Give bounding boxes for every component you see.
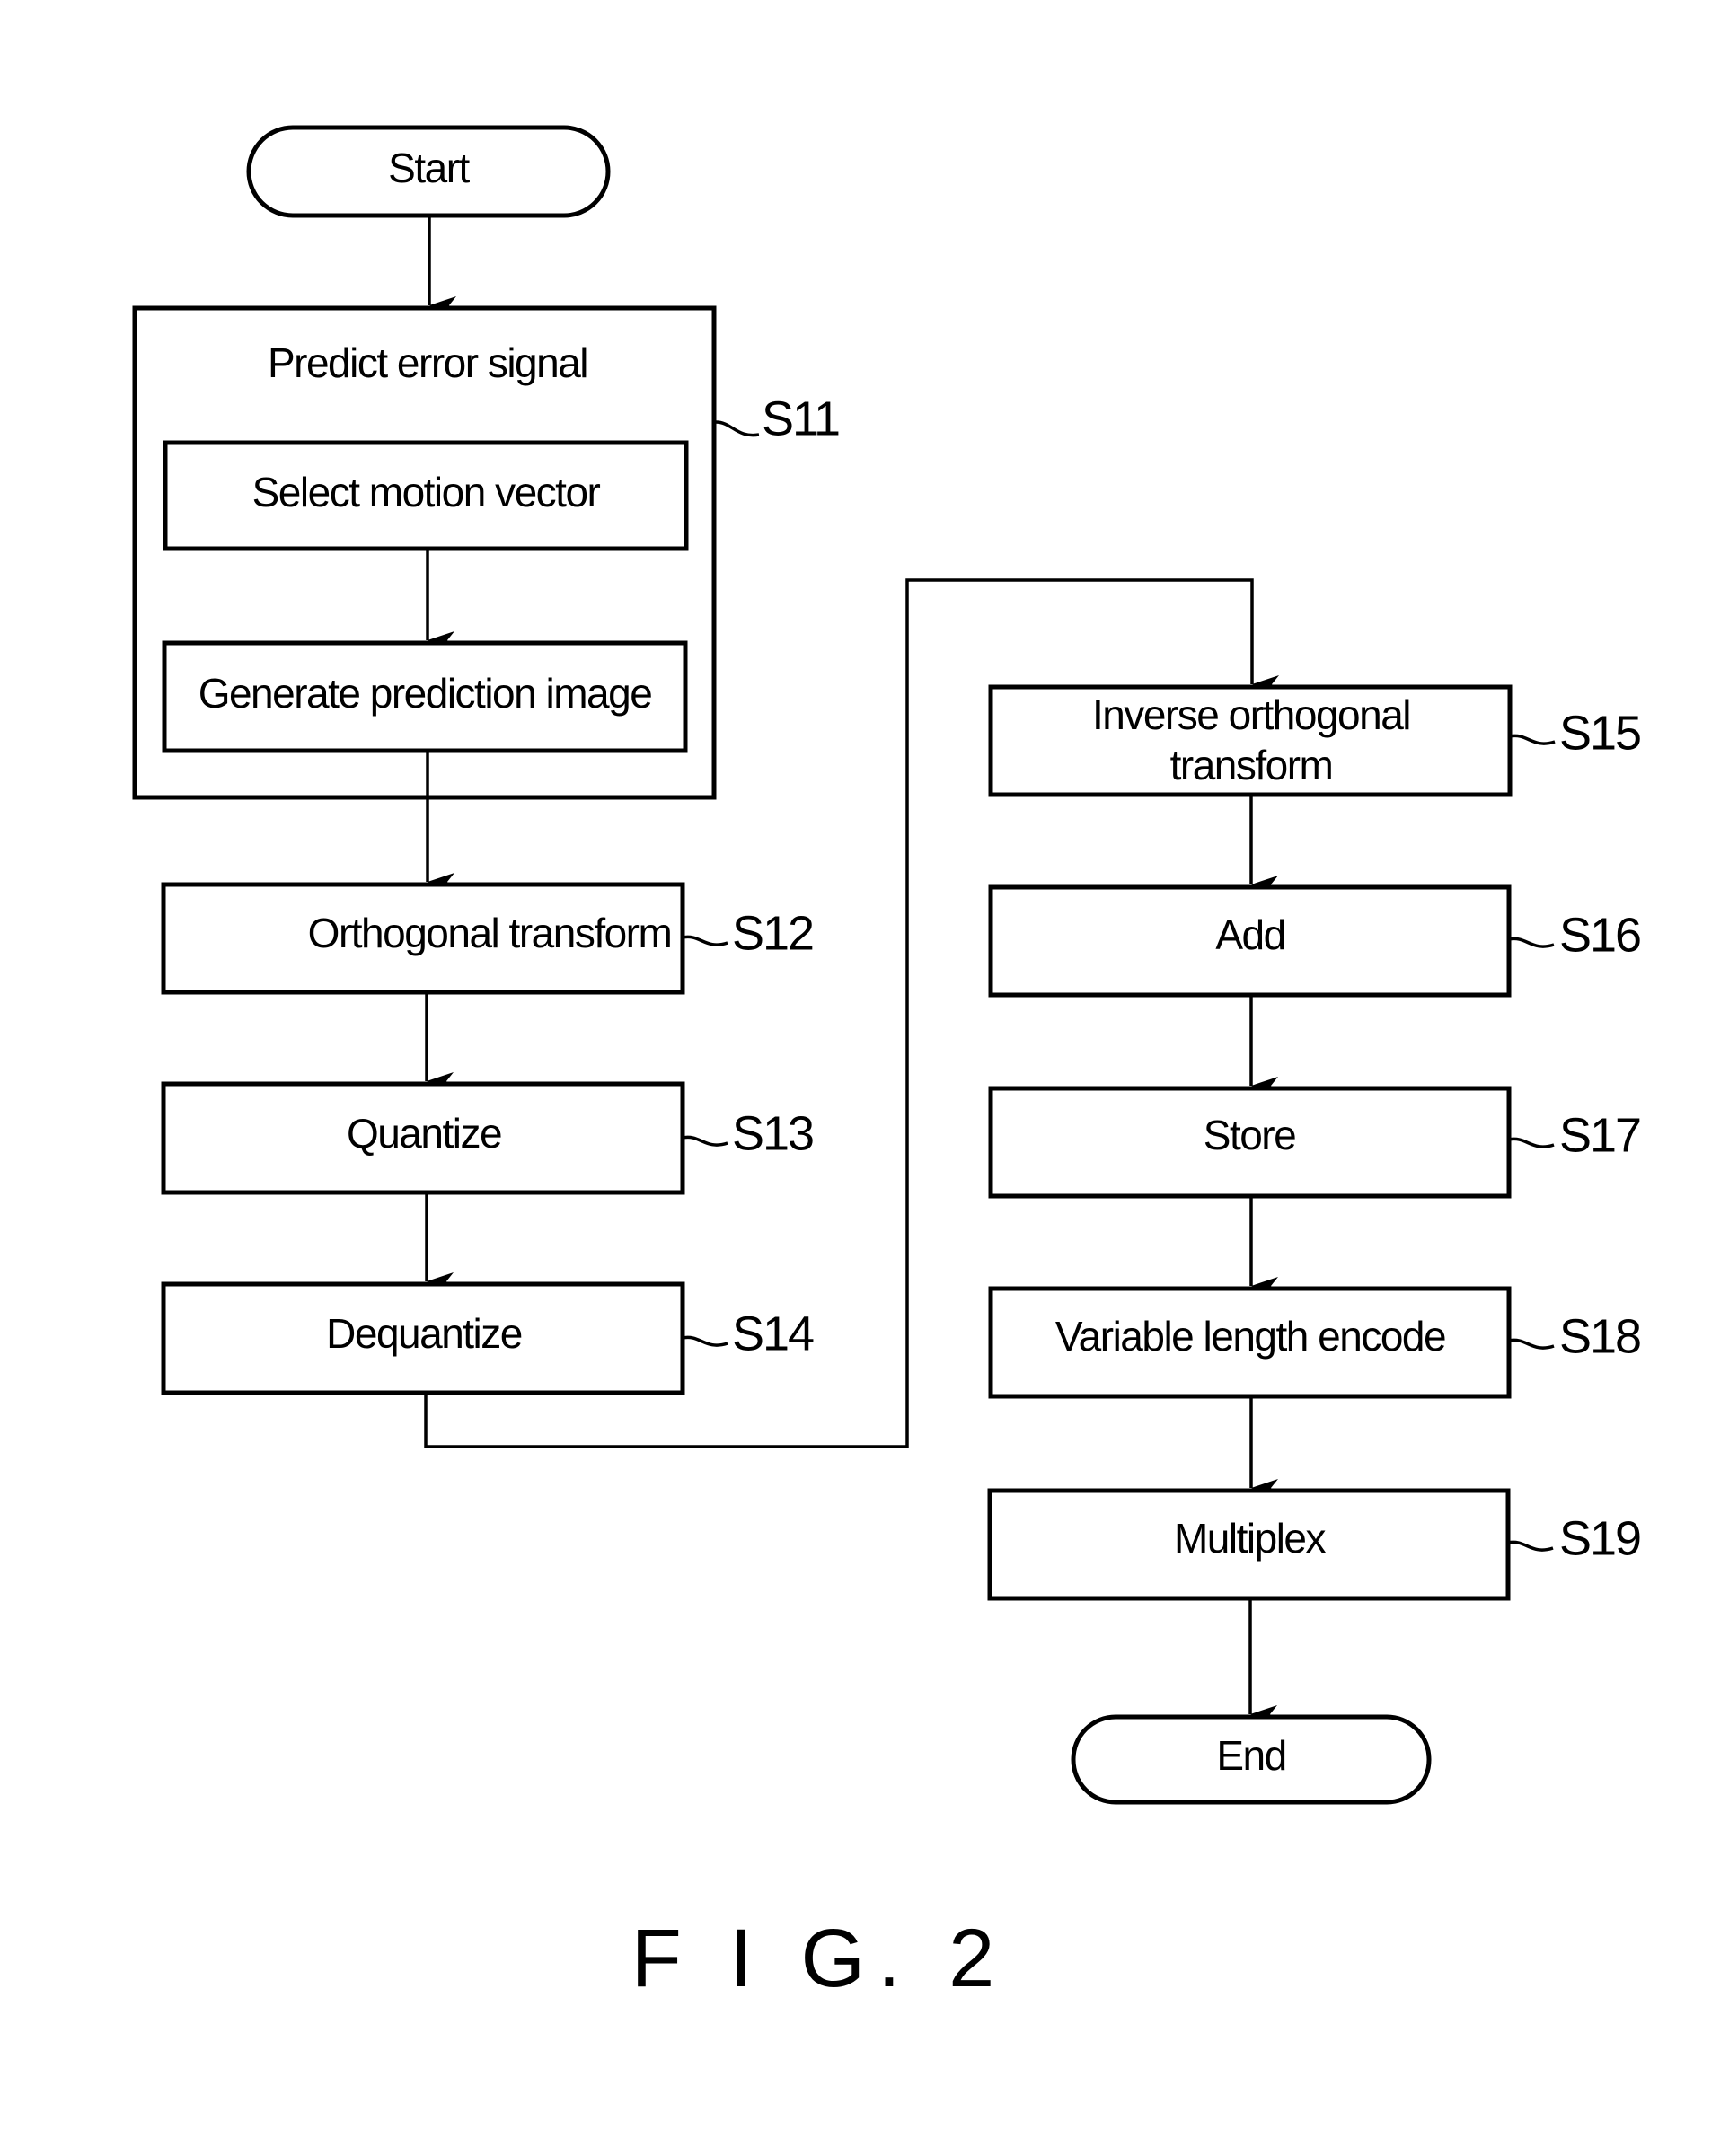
ref-s18: S18	[1559, 1309, 1640, 1363]
step-s12: Orthogonal transform S12	[161, 882, 815, 995]
step-label: Variable length encode	[1055, 1313, 1445, 1360]
ref-leader-s15	[1509, 734, 1556, 745]
ref-leader-s11	[715, 420, 760, 437]
substep-select-motion-vector: Select motion vector	[163, 440, 689, 551]
step-label: Store	[1204, 1112, 1295, 1158]
flowchart: Start Predict error signal Select motion…	[132, 125, 1642, 2004]
step-s16: Add S16	[988, 884, 1642, 998]
ref-leader-s13	[682, 1135, 728, 1147]
ref-leader-s19	[1507, 1540, 1554, 1552]
ref-s12: S12	[732, 906, 813, 960]
end-label: End	[1216, 1732, 1285, 1779]
step-label-line1: Inverse orthogonal	[1092, 691, 1410, 738]
ref-s16: S16	[1559, 908, 1640, 962]
step-s19: Multiplex S19	[987, 1488, 1642, 1601]
s11-title: Predict error signal	[268, 339, 587, 386]
figure-caption: F I G. 2	[631, 1913, 1008, 2004]
ref-s19: S19	[1559, 1511, 1640, 1565]
step-label: Multiplex	[1174, 1515, 1327, 1562]
step-label-line2: transform	[1170, 742, 1333, 788]
ref-leader-s18	[1508, 1338, 1555, 1350]
start-label: Start	[388, 145, 470, 191]
substep-label: Select motion vector	[252, 469, 601, 515]
ref-leader-s12	[682, 935, 728, 946]
ref-leader-s14	[682, 1335, 728, 1347]
step-s13: Quantize S13	[161, 1081, 815, 1195]
step-label: Add	[1215, 911, 1284, 958]
step-label: Orthogonal transform	[308, 910, 672, 956]
step-s14: Dequantize S14	[161, 1281, 816, 1395]
ref-s15: S15	[1559, 706, 1640, 760]
ref-s14: S14	[732, 1307, 814, 1360]
ref-s11: S11	[762, 392, 839, 445]
step-s11-group: Predict error signal Select motion vecto…	[132, 305, 841, 800]
ref-leader-s16	[1508, 937, 1555, 948]
substep-label: Generate prediction image	[198, 670, 652, 717]
ref-s17: S17	[1559, 1108, 1640, 1162]
step-label: Dequantize	[326, 1310, 522, 1357]
step-s17: Store S17	[988, 1086, 1642, 1199]
ref-s13: S13	[732, 1106, 813, 1160]
substep-generate-prediction-image: Generate prediction image	[162, 640, 688, 753]
end-terminal: End	[1071, 1714, 1432, 1805]
ref-leader-s17	[1508, 1137, 1555, 1148]
step-s15: Inverse orthogonal transform S15	[988, 684, 1642, 797]
step-label: Quantize	[347, 1110, 501, 1157]
step-s18: Variable length encode S18	[988, 1286, 1642, 1399]
start-terminal: Start	[246, 125, 611, 218]
